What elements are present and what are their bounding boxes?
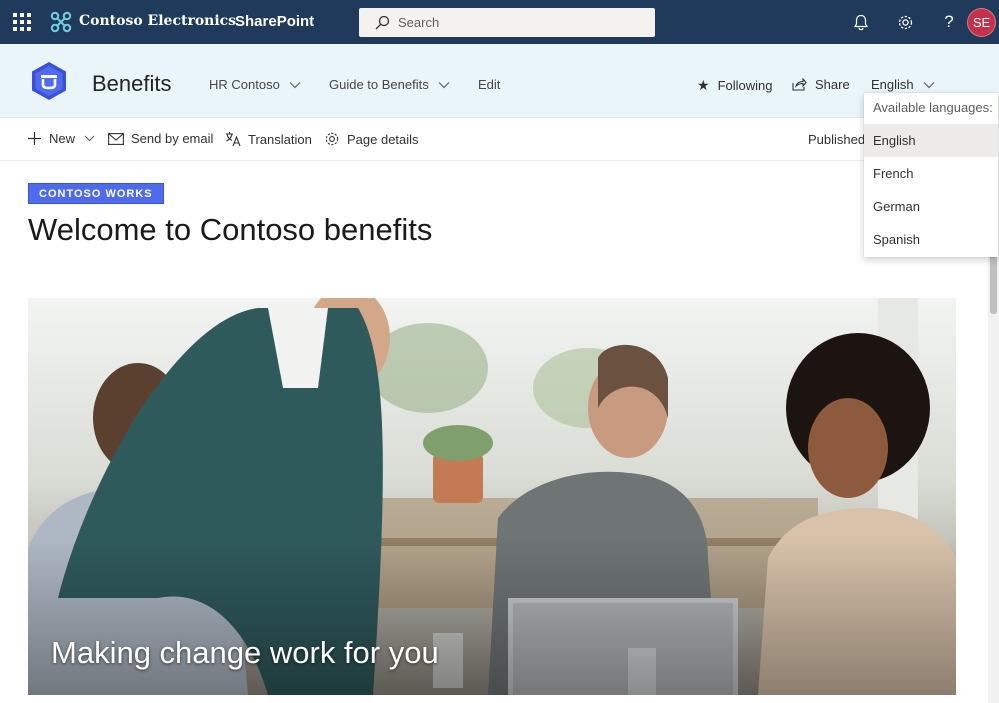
nav-label: Guide to Benefits	[329, 77, 429, 92]
site-logo-icon[interactable]	[29, 61, 69, 101]
page-details-button[interactable]: Page details	[324, 131, 419, 147]
language-menu-header: Available languages:	[873, 100, 993, 115]
app-name[interactable]: SharePoint	[235, 13, 314, 30]
command-bar: New Send by email Translation Page detai…	[0, 118, 999, 161]
new-label: New	[49, 131, 76, 146]
share-icon	[792, 78, 807, 91]
chevron-down-icon	[289, 81, 301, 88]
nav-label: HR Contoso	[209, 77, 280, 92]
plus-icon	[28, 132, 41, 145]
nav-label: Edit	[478, 77, 501, 92]
search-icon	[375, 15, 390, 29]
language-option-german[interactable]: German	[864, 190, 998, 223]
app-launcher-icon[interactable]	[0, 0, 44, 44]
star-filled-icon: ★	[697, 77, 710, 93]
hero-image: Making change work for you	[28, 298, 956, 695]
share-button[interactable]: Share	[792, 77, 850, 92]
share-label: Share	[815, 77, 850, 92]
gear-icon[interactable]	[894, 11, 916, 33]
gear-icon	[325, 132, 339, 146]
chevron-down-icon	[438, 81, 450, 88]
org-name[interactable]: Contoso Electronics	[79, 13, 236, 29]
language-selector[interactable]: English	[871, 77, 935, 92]
nav-edit-link[interactable]: Edit	[478, 77, 500, 92]
page-details-label: Page details	[347, 131, 419, 147]
send-by-email-button[interactable]: Send by email	[108, 131, 213, 146]
topic-tag[interactable]: CONTOSO WORKS	[28, 183, 164, 204]
publish-status: Published	[808, 132, 866, 147]
send-by-email-label: Send by email	[131, 131, 214, 146]
language-option-spanish[interactable]: Spanish	[864, 223, 998, 256]
language-option-french[interactable]: French	[864, 157, 998, 190]
page-title: Welcome to Contoso benefits	[28, 212, 433, 247]
site-header: Benefits HR Contoso Guide to Benefits Ed…	[0, 44, 999, 118]
help-icon[interactable]: ?	[938, 11, 960, 33]
chevron-down-icon	[923, 81, 935, 88]
nav-guide-to-benefits[interactable]: Guide to Benefits	[329, 77, 450, 92]
search-box[interactable]	[359, 8, 655, 37]
following-button[interactable]: ★ Following	[697, 77, 772, 94]
chevron-down-icon	[84, 135, 95, 142]
suite-bar: Contoso Electronics SharePoint ? SE	[0, 0, 999, 44]
bell-icon[interactable]	[850, 11, 872, 33]
language-label: English	[871, 77, 914, 92]
search-input[interactable]	[398, 15, 638, 30]
site-title[interactable]: Benefits	[92, 71, 172, 97]
translate-icon	[226, 132, 241, 147]
translation-label: Translation	[248, 131, 312, 147]
hero-caption: Making change work for you	[51, 635, 439, 670]
following-label: Following	[717, 78, 773, 93]
scrollbar-thumb[interactable]	[990, 250, 997, 314]
nav-hr-contoso[interactable]: HR Contoso	[209, 77, 301, 92]
language-option-english[interactable]: English	[864, 124, 998, 157]
avatar[interactable]: SE	[967, 8, 996, 37]
contoso-logo-icon[interactable]	[49, 10, 73, 34]
language-dropdown-menu: Available languages: English French Germ…	[864, 93, 998, 257]
translation-button[interactable]: Translation	[225, 131, 312, 147]
mail-icon	[108, 132, 124, 145]
new-button[interactable]: New	[27, 131, 95, 146]
